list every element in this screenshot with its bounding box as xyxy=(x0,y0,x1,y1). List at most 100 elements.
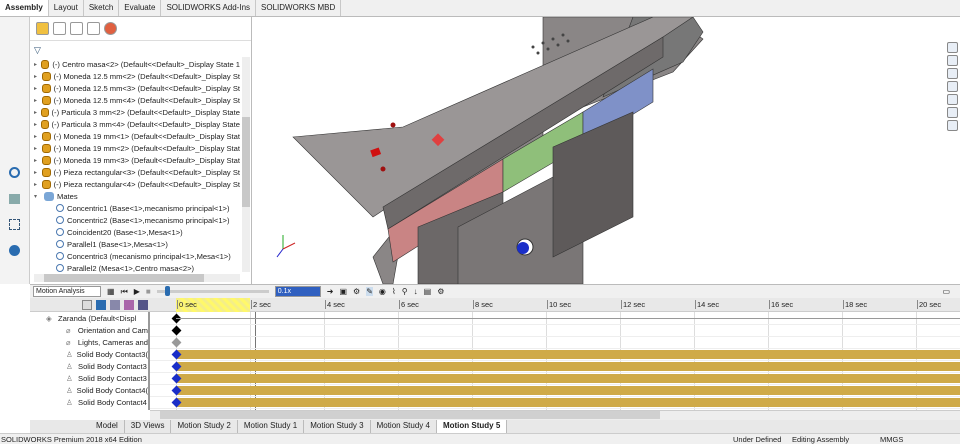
expand-arrow-icon[interactable]: ▸ xyxy=(34,157,42,164)
timeline-scrollbar[interactable] xyxy=(150,410,960,420)
tree-item[interactable]: ▸ (-) Pieza rectangular<3> (Default<<Defa… xyxy=(34,166,240,178)
timeline-bar[interactable] xyxy=(176,398,960,407)
tree-item[interactable]: ▸ (-) Moneda 12.5 mm<3> (Default<<Default… xyxy=(34,82,240,94)
timeline-row[interactable]: ⌀ Lights, Cameras and xyxy=(30,336,148,348)
ribbon-tab[interactable]: SOLIDWORKS MBD xyxy=(256,0,342,16)
tree-item[interactable]: ▸ (-) Pieza rectangular<4> (Default<<Defa… xyxy=(34,178,240,190)
mate-item[interactable]: Concentric3 (mecanismo principal<1>,Mesa… xyxy=(56,250,240,262)
tree-item[interactable]: ▸ (-) Moneda 19 mm<3> (Default<<Default>_… xyxy=(34,154,240,166)
timeline-bar[interactable] xyxy=(176,362,960,371)
expand-arrow-icon[interactable]: ▸ xyxy=(34,61,41,68)
expand-arrow-icon[interactable]: ▸ xyxy=(34,145,42,152)
timeline-row[interactable]: ⌀ Orientation and Cam xyxy=(30,324,148,336)
bottom-tab[interactable]: Motion Study 1 xyxy=(238,420,305,433)
tree-item[interactable]: ▸ (-) Moneda 12.5 mm<2> (Default<<Default… xyxy=(34,70,240,82)
mate-item[interactable]: Concentric1 (Base<1>,mecanismo principal… xyxy=(56,202,240,214)
timeline-row[interactable]: ♙ Solid Body Contact4 xyxy=(30,396,148,408)
play-from-start-icon[interactable]: ⏮ xyxy=(121,287,128,297)
expand-arrow-icon[interactable]: ▸ xyxy=(34,133,42,140)
filter-driving-icon[interactable] xyxy=(96,300,106,310)
dimxpert-tab-icon[interactable] xyxy=(87,22,100,35)
timeline-row[interactable]: ♙ Solid Body Contact3 xyxy=(30,372,148,384)
filter-animated-icon[interactable] xyxy=(82,300,92,310)
tree-item[interactable]: ▸ (-) Moneda 19 mm<2> (Default<<Default>_… xyxy=(34,142,240,154)
expand-arrow-icon[interactable]: ▸ xyxy=(34,73,42,80)
filter-results-icon[interactable] xyxy=(124,300,134,310)
timeline-bar[interactable] xyxy=(176,386,960,395)
expand-arrow-icon[interactable]: ▸ xyxy=(34,121,41,128)
timeline-row[interactable]: ♙ Solid Body Contact3 xyxy=(30,360,148,372)
feature-tree-tab-icon[interactable] xyxy=(36,22,49,35)
calculate-icon[interactable]: ▦ xyxy=(107,287,115,296)
tree-item[interactable]: ▸ (-) Moneda 12.5 mm<4> (Default<<Default… xyxy=(34,94,240,106)
expand-arrow-icon[interactable]: ▸ xyxy=(34,85,42,92)
contact-icon[interactable]: ⚲ xyxy=(402,287,408,296)
filter-selected-icon[interactable] xyxy=(110,300,120,310)
ribbon-tab[interactable]: Layout xyxy=(49,0,84,16)
tree-item[interactable]: ▸ (-) Moneda 19 mm<1> (Default<<Default>_… xyxy=(34,130,240,142)
custom-properties-icon[interactable] xyxy=(947,107,958,118)
expand-arrow-icon[interactable]: ▸ xyxy=(34,169,42,176)
graphics-viewport[interactable] xyxy=(253,16,945,285)
mate-item[interactable]: Parallel1 (Base<1>,Mesa<1>) xyxy=(56,238,240,250)
mate-item[interactable]: Concentric2 (Base<1>,mecanismo principal… xyxy=(56,214,240,226)
play-icon[interactable]: ▶ xyxy=(134,287,140,296)
stop-icon[interactable]: ■ xyxy=(146,287,151,296)
config-tab-icon[interactable] xyxy=(70,22,83,35)
playback-mode-icon[interactable]: ➜ xyxy=(327,287,334,296)
property-tab-icon[interactable] xyxy=(53,22,66,35)
time-slider[interactable] xyxy=(156,286,269,296)
tree-scrollbar[interactable] xyxy=(242,57,250,272)
ribbon-tab[interactable]: SOLIDWORKS Add-Ins xyxy=(161,0,257,16)
timeline-bar[interactable] xyxy=(176,350,960,359)
design-library-icon[interactable] xyxy=(947,68,958,79)
layout-icon[interactable] xyxy=(9,219,20,230)
tree-item[interactable]: ▸ (-) Particula 3 mm<2> (Default<<Default… xyxy=(34,106,240,118)
bottom-tab[interactable]: Model xyxy=(90,420,125,433)
tree-item-mates[interactable]: ▾ Mates xyxy=(34,190,240,202)
tree-item[interactable]: ▸ (-) Centro masa<2> (Default<<Default>_D… xyxy=(34,58,240,70)
zoom-timeline-icon[interactable] xyxy=(138,300,148,310)
rebuild-icon[interactable] xyxy=(9,167,20,178)
resources-icon[interactable] xyxy=(947,55,958,66)
motor-icon[interactable]: ◉ xyxy=(379,287,386,296)
autokey-icon[interactable]: ✎ xyxy=(366,287,373,296)
filter-icon[interactable]: ▽ xyxy=(34,45,41,56)
appearances-icon[interactable] xyxy=(947,94,958,105)
bottom-tab[interactable]: Motion Study 2 xyxy=(171,420,238,433)
save-animation-icon[interactable]: ▣ xyxy=(339,287,347,296)
tree-hscrollbar[interactable] xyxy=(34,274,240,282)
timeline-grid[interactable] xyxy=(150,312,960,410)
assembly-model-3d[interactable] xyxy=(253,16,945,285)
expand-arrow-icon[interactable]: ▸ xyxy=(34,109,41,116)
tree-item[interactable]: ▸ (-) Particula 3 mm<4> (Default<<Default… xyxy=(34,118,240,130)
timeline-bar[interactable] xyxy=(176,374,960,383)
animation-wizard-icon[interactable]: ⚙ xyxy=(353,287,360,296)
keyframe[interactable] xyxy=(171,325,182,336)
bottom-tab[interactable]: Motion Study 5 xyxy=(436,420,508,433)
ribbon-tab[interactable]: Sketch xyxy=(84,0,120,16)
spring-icon[interactable]: ⌇ xyxy=(392,287,396,296)
options-icon[interactable] xyxy=(9,245,20,256)
home-icon[interactable] xyxy=(947,42,958,53)
ribbon-tab[interactable]: Assembly xyxy=(0,0,49,16)
gravity-icon[interactable]: ↓ xyxy=(414,287,418,296)
timeline-row[interactable]: ◈ Zaranda (Default<Displ xyxy=(30,312,148,324)
expand-arrow-icon[interactable]: ▸ xyxy=(34,97,42,104)
timeline-row[interactable]: ♙ Solid Body Contact3( xyxy=(30,348,148,360)
collapse-icon[interactable]: ▭ xyxy=(942,287,950,296)
playback-speed-select[interactable]: 0.1x xyxy=(274,286,321,297)
display-tab-icon[interactable] xyxy=(104,22,117,35)
print-icon[interactable] xyxy=(9,194,20,204)
mate-item[interactable]: Parallel2 (Mesa<1>,Centro masa<2>) xyxy=(56,262,240,274)
mate-item[interactable]: Coincident20 (Base<1>,Mesa<1>) xyxy=(56,226,240,238)
collapse-arrow-icon[interactable]: ▾ xyxy=(34,193,44,200)
units-select[interactable]: MMGS xyxy=(880,435,903,444)
forum-icon[interactable] xyxy=(947,120,958,131)
keyframe[interactable] xyxy=(171,337,182,348)
bottom-tab[interactable]: Motion Study 4 xyxy=(371,420,437,433)
study-type-select[interactable]: Motion Analysis xyxy=(33,286,101,297)
results-icon[interactable]: ▤ xyxy=(424,287,432,296)
study-properties-icon[interactable]: ⚙ xyxy=(437,287,444,296)
bottom-tab[interactable]: Motion Study 3 xyxy=(304,420,371,433)
